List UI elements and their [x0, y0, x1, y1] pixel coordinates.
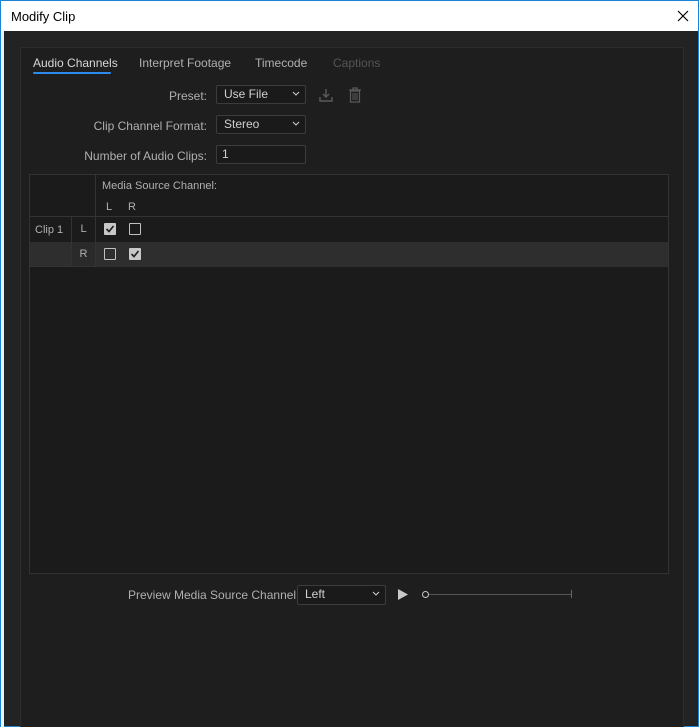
checkbox-l-l[interactable] [104, 223, 116, 235]
checkbox-l-r[interactable] [129, 223, 141, 235]
active-tab-indicator [33, 72, 111, 74]
clip-channel-format-label: Clip Channel Format: [93, 119, 207, 133]
matrix-header: Media Source Channel: L R [96, 175, 668, 217]
window-title: Modify Clip [11, 9, 76, 24]
channel-label-l: L [72, 217, 96, 242]
matrix-corner [30, 175, 96, 217]
checkmark-icon [130, 250, 140, 258]
matrix-row-r [30, 242, 668, 267]
delete-preset-button[interactable] [346, 86, 364, 104]
preview-channel-value: Left [305, 587, 326, 601]
close-button[interactable] [668, 1, 698, 31]
column-header-l: L [106, 201, 113, 213]
save-preset-button[interactable] [317, 86, 335, 104]
left-edge-strip [1, 31, 4, 727]
modify-clip-dialog: Modify Clip Audio Channels Interpret Foo… [0, 0, 699, 727]
channel-label-r: R [72, 242, 96, 267]
preset-value: Use File [224, 87, 269, 101]
download-icon [319, 89, 333, 102]
preset-label: Preset: [168, 89, 207, 103]
play-button[interactable] [398, 589, 408, 600]
tab-interpret-footage[interactable]: Interpret Footage [139, 56, 231, 70]
chevron-down-icon [372, 591, 380, 596]
checkbox-r-r[interactable] [129, 248, 141, 260]
clip-channel-format-value: Stereo [224, 117, 260, 131]
chevron-down-icon [292, 91, 300, 96]
tab-captions: Captions [333, 56, 381, 70]
channel-matrix: Media Source Channel: L R Clip 1 L R [29, 174, 669, 574]
title-bar: Modify Clip [1, 1, 698, 31]
number-of-audio-clips-label: Number of Audio Clips: [84, 149, 207, 163]
dialog-panel: Audio Channels Interpret Footage Timecod… [20, 47, 684, 727]
close-icon [677, 10, 689, 22]
column-header-r: R [128, 201, 136, 213]
preset-select[interactable]: Use File [216, 85, 306, 104]
preview-channel-label: Preview Media Source Channel: [128, 588, 300, 602]
preview-scrub-handle[interactable] [422, 591, 429, 598]
chevron-down-icon [292, 121, 300, 126]
clip-channel-format-select[interactable]: Stereo [216, 115, 306, 134]
clip-label: Clip 1 [30, 217, 72, 267]
matrix-row-l [30, 217, 668, 242]
tab-timecode[interactable]: Timecode [255, 56, 307, 70]
trash-icon [349, 87, 361, 103]
preview-scrub-track[interactable] [426, 594, 571, 595]
checkbox-r-l[interactable] [104, 248, 116, 260]
number-of-audio-clips-input[interactable]: 1 [216, 145, 306, 164]
checkmark-icon [105, 225, 115, 233]
preview-scrub-end [571, 590, 572, 598]
media-source-channel-header: Media Source Channel: [102, 180, 217, 192]
tab-audio-channels[interactable]: Audio Channels [33, 56, 118, 70]
preview-channel-select[interactable]: Left [297, 585, 386, 605]
